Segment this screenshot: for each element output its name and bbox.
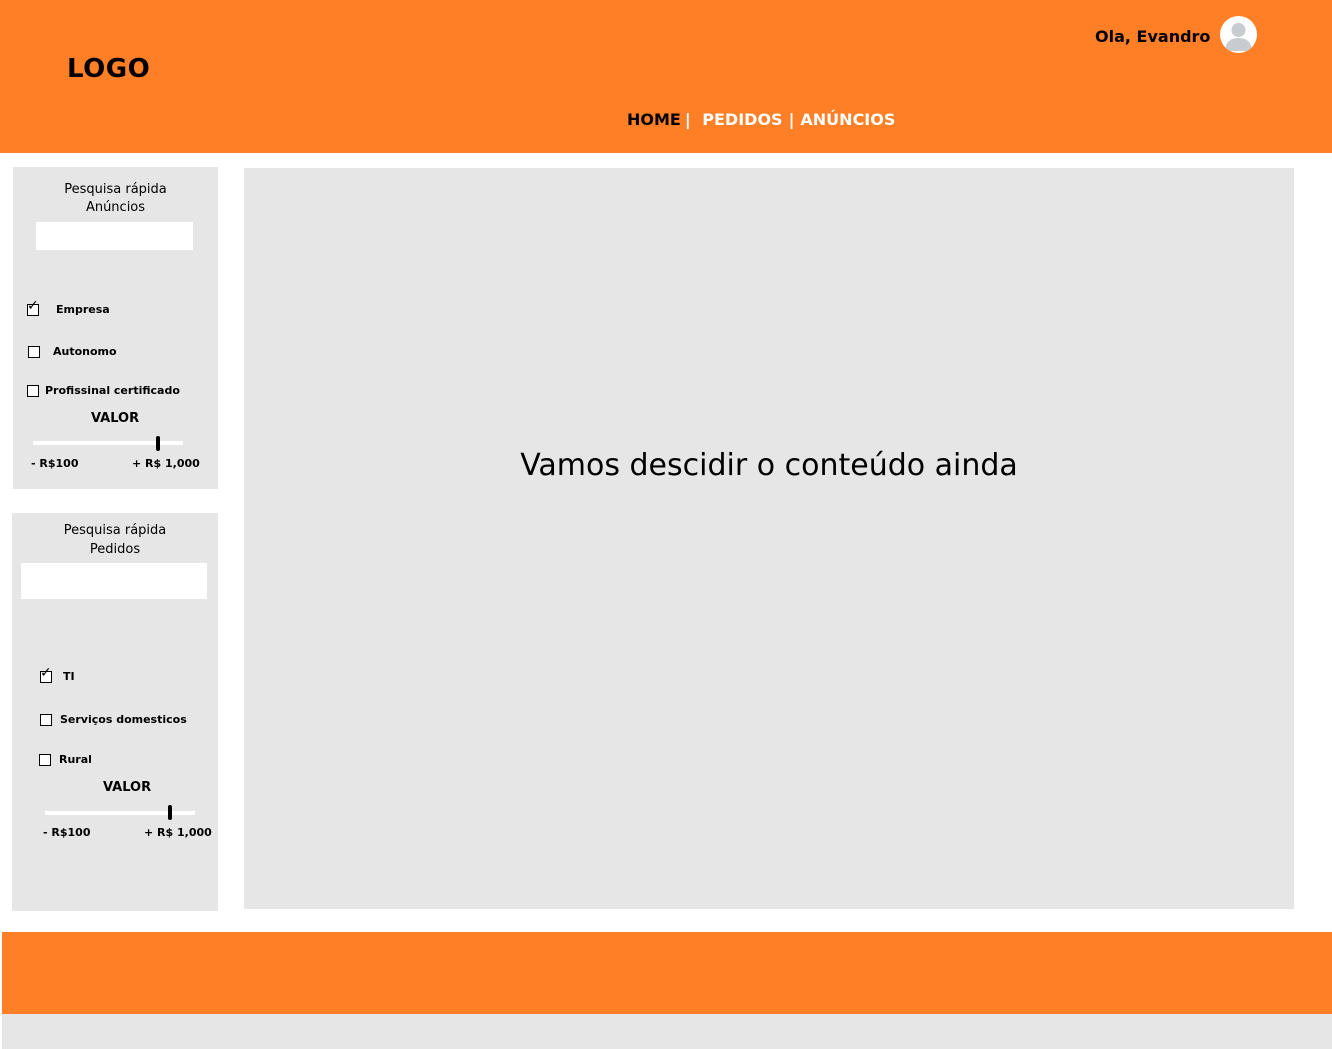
nav-separator: |	[788, 110, 795, 129]
range-min-label: - R$100	[43, 826, 91, 839]
checkbox-checked-icon[interactable]: ✓	[27, 299, 39, 316]
nav-anuncios-link[interactable]: ANÚNCIOS	[800, 110, 895, 129]
checkbox-rural[interactable]: Rural	[39, 753, 92, 766]
valor-label: VALOR	[103, 780, 152, 795]
nav-separator: |	[684, 110, 691, 129]
valor-slider-thumb[interactable]	[156, 436, 160, 451]
checkbox-unchecked-icon[interactable]	[39, 753, 51, 766]
user-avatar-icon[interactable]	[1220, 16, 1257, 53]
panel-title: Pesquisa rápida Pedidos	[12, 522, 218, 559]
panel-title-line2: Pedidos	[89, 542, 141, 557]
main-nav: HOME | PEDIDOS | ANÚNCIOS	[627, 110, 895, 129]
checkbox-servicos-domesticos[interactable]: Serviços domesticos	[40, 713, 187, 726]
panel-title-line1: Pesquisa rápida	[64, 182, 167, 197]
main-content-area: Vamos descidir o conteúdo ainda	[244, 168, 1294, 909]
panel-title: Pesquisa rápida Anúncios	[13, 181, 218, 217]
nav-pedidos-link[interactable]: PEDIDOS	[702, 110, 782, 129]
content-placeholder-text: Vamos descidir o conteúdo ainda	[520, 448, 1018, 483]
pedidos-search-input[interactable]	[21, 563, 207, 599]
checkbox-label: Profissinal certificado	[45, 384, 180, 397]
range-max-label: + R$ 1,000	[132, 457, 200, 470]
footer-bar	[2, 932, 1332, 1014]
user-greeting: Ola, Evandro	[1095, 27, 1211, 46]
anuncios-search-panel: Pesquisa rápida Anúncios ✓ Empresa Auton…	[13, 167, 218, 489]
nav-home-link[interactable]: HOME	[627, 110, 681, 129]
header-bar	[0, 0, 1332, 153]
panel-title-line2: Anúncios	[85, 200, 146, 215]
valor-slider-thumb[interactable]	[168, 805, 172, 820]
pedidos-search-panel: Pesquisa rápida Pedidos ✓ TI Serviços do…	[12, 513, 218, 911]
checkbox-unchecked-icon[interactable]	[28, 345, 40, 358]
checkbox-checked-icon[interactable]: ✓	[40, 666, 52, 683]
anuncios-search-input[interactable]	[36, 222, 193, 250]
valor-label: VALOR	[91, 411, 140, 426]
checkbox-empresa[interactable]: ✓ Empresa	[27, 299, 110, 316]
checkbox-label: Rural	[59, 753, 92, 766]
checkbox-unchecked-icon[interactable]	[40, 713, 52, 726]
checkbox-label: Autonomo	[53, 345, 117, 358]
checkbox-ti[interactable]: ✓ TI	[40, 666, 75, 683]
checkbox-unchecked-icon[interactable]	[27, 384, 39, 397]
panel-title-line1: Pesquisa rápida	[63, 523, 167, 538]
checkbox-label: Empresa	[56, 303, 110, 316]
range-min-label: - R$100	[31, 457, 79, 470]
sub-footer-bar	[2, 1014, 1332, 1049]
checkbox-autonomo[interactable]: Autonomo	[28, 345, 117, 358]
valor-slider-track[interactable]	[33, 441, 183, 445]
checkbox-profissional-certificado[interactable]: Profissinal certificado	[27, 384, 180, 397]
logo[interactable]: LOGO	[67, 54, 150, 84]
checkbox-label: Serviços domesticos	[60, 713, 187, 726]
valor-slider-track[interactable]	[45, 811, 195, 815]
checkbox-label: TI	[63, 670, 75, 683]
range-max-label: + R$ 1,000	[144, 826, 212, 839]
